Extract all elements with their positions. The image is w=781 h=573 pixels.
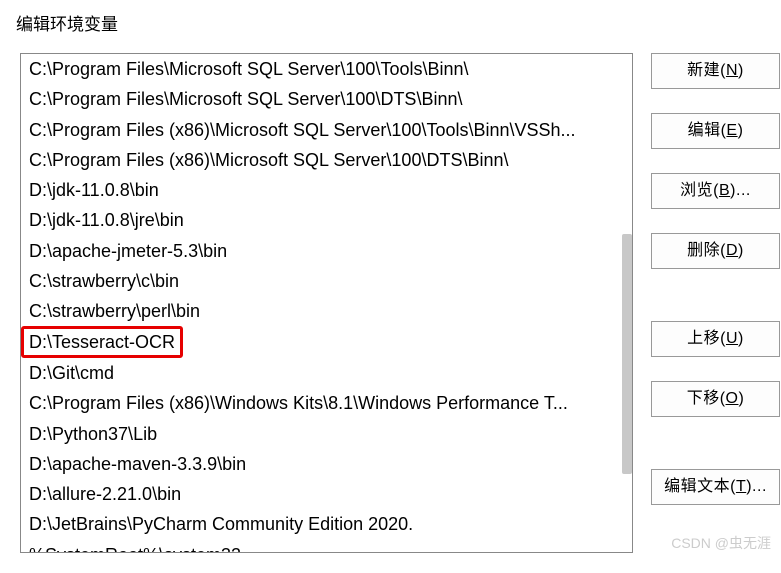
move-down-button-label: 下移(O) <box>687 390 745 407</box>
list-item[interactable]: D:\allure-2.21.0\bin <box>21 479 622 509</box>
move-down-button[interactable]: 下移(O) <box>651 381 780 417</box>
content-area: C:\Program Files\Microsoft SQL Server\10… <box>0 53 781 553</box>
delete-button-label: 删除(D) <box>687 242 744 259</box>
list-item[interactable]: D:\apache-maven-3.3.9\bin <box>21 449 622 479</box>
move-up-button[interactable]: 上移(U) <box>651 321 780 357</box>
edit-button-label: 编辑(E) <box>688 122 744 139</box>
path-list[interactable]: C:\Program Files\Microsoft SQL Server\10… <box>20 53 633 553</box>
browse-button-label: 浏览(B)... <box>680 182 751 199</box>
delete-button[interactable]: 删除(D) <box>651 233 780 269</box>
list-item[interactable]: %SystemRoot%\system32 <box>21 540 622 552</box>
list-item[interactable]: D:\apache-jmeter-5.3\bin <box>21 236 622 266</box>
edit-text-button[interactable]: 编辑文本(T)... <box>651 469 780 505</box>
list-item[interactable]: C:\Program Files\Microsoft SQL Server\10… <box>21 54 622 84</box>
list-item[interactable]: D:\Git\cmd <box>21 358 622 388</box>
list-item[interactable]: D:\Tesseract-OCR <box>21 326 183 358</box>
list-item[interactable]: C:\strawberry\perl\bin <box>21 296 622 326</box>
list-item[interactable]: D:\JetBrains\PyCharm Community Edition 2… <box>21 509 622 539</box>
new-button-label: 新建(N) <box>687 62 744 79</box>
list-item[interactable]: D:\jdk-11.0.8\bin <box>21 175 622 205</box>
list-item[interactable]: D:\jdk-11.0.8\jre\bin <box>21 205 622 235</box>
scrollbar[interactable] <box>622 234 632 474</box>
list-item[interactable]: C:\Program Files\Microsoft SQL Server\10… <box>21 84 622 114</box>
list-item[interactable]: C:\Program Files (x86)\Microsoft SQL Ser… <box>21 145 622 175</box>
list-item[interactable]: C:\Program Files (x86)\Windows Kits\8.1\… <box>21 388 622 418</box>
browse-button[interactable]: 浏览(B)... <box>651 173 780 209</box>
dialog-title: 编辑环境变量 <box>0 0 781 53</box>
move-up-button-label: 上移(U) <box>687 330 744 347</box>
list-item[interactable]: C:\Program Files (x86)\Microsoft SQL Ser… <box>21 115 622 145</box>
list-item[interactable]: C:\strawberry\c\bin <box>21 266 622 296</box>
edit-button[interactable]: 编辑(E) <box>651 113 780 149</box>
new-button[interactable]: 新建(N) <box>651 53 780 89</box>
edit-text-button-label: 编辑文本(T)... <box>664 478 767 495</box>
buttons-column: 新建(N) 编辑(E) 浏览(B)... 删除(D) 上移(U) 下移(O) 编… <box>651 53 780 553</box>
list-item[interactable]: D:\Python37\Lib <box>21 419 622 449</box>
